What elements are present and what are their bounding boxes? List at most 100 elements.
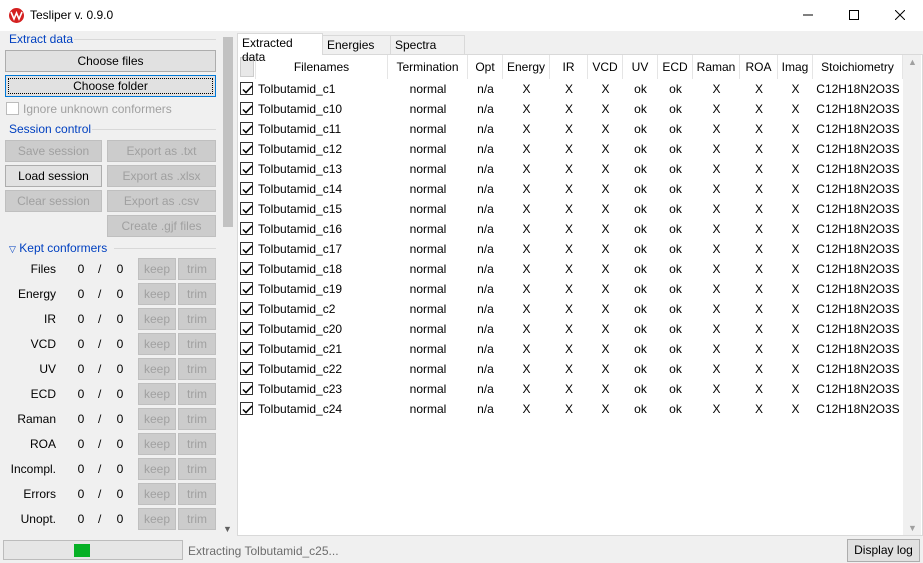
table-row[interactable]: Tolbutamid_c13 normal n/a X X Xok ok X X X C12H18N… (238, 159, 922, 179)
column-header-uv[interactable]: UV (623, 55, 658, 79)
cell-filenames: Tolbutamid_c16 (258, 222, 343, 236)
keep-button[interactable]: keep (138, 358, 176, 380)
keep-button[interactable]: keep (138, 333, 176, 355)
export-txt-button[interactable]: Export as .txt (107, 140, 216, 162)
keep-button[interactable]: keep (138, 258, 176, 280)
trim-button[interactable]: trim (178, 283, 216, 305)
tab-spectra-view[interactable]: Spectra view (390, 35, 465, 66)
row-checkbox[interactable] (240, 282, 253, 295)
keep-button[interactable]: keep (138, 383, 176, 405)
table-row[interactable]: Tolbutamid_c14 normal n/a X X Xok ok X X X C12H18N… (238, 179, 922, 199)
close-button[interactable] (877, 0, 923, 31)
keep-button[interactable]: keep (138, 508, 176, 530)
kept-conformers-header[interactable]: ▽ Kept conformers (9, 241, 107, 255)
table-row[interactable]: Tolbutamid_c19 normal n/a X X Xok ok X X X C12H18N… (238, 279, 922, 299)
kept-row-label: ECD (30, 387, 56, 401)
trim-button[interactable]: trim (178, 458, 216, 480)
left-pane-scrollbar[interactable]: ▼ (221, 31, 235, 536)
table-row[interactable]: Tolbutamid_c24 normal n/a X X Xok ok X X X C12H18N… (238, 399, 922, 419)
trim-button[interactable]: trim (178, 333, 216, 355)
table-row[interactable]: Tolbutamid_c12 normal n/a X X Xok ok X X X C12H18N… (238, 139, 922, 159)
row-checkbox[interactable] (240, 302, 253, 315)
row-checkbox[interactable] (240, 142, 253, 155)
keep-button[interactable]: keep (138, 433, 176, 455)
table-row[interactable]: Tolbutamid_c17 normal n/a X X Xok ok X X X C12H18N… (238, 239, 922, 259)
scroll-up-arrow-icon[interactable]: ▲ (908, 57, 917, 67)
keep-button[interactable]: keep (138, 458, 176, 480)
clear-session-button[interactable]: Clear session (5, 190, 102, 212)
column-header-vcd[interactable]: VCD (588, 55, 623, 79)
row-checkbox[interactable] (240, 122, 253, 135)
display-log-button[interactable]: Display log (847, 539, 920, 562)
trim-button[interactable]: trim (178, 383, 216, 405)
tab-energies-list[interactable]: Energies list (322, 35, 391, 66)
table-row[interactable]: Tolbutamid_c2 normal n/a X X Xok ok X X X C12H18N2… (238, 299, 922, 319)
row-checkbox[interactable] (240, 382, 253, 395)
row-checkbox[interactable] (240, 242, 253, 255)
table-row[interactable]: Tolbutamid_c20 normal n/a X X Xok ok X X X C12H18N… (238, 319, 922, 339)
cell-ir: X (564, 282, 573, 296)
scrollbar-thumb[interactable] (223, 37, 233, 227)
scroll-down-arrow-icon[interactable]: ▼ (223, 524, 232, 534)
trim-button[interactable]: trim (178, 258, 216, 280)
row-checkbox[interactable] (240, 182, 253, 195)
row-checkbox[interactable] (240, 82, 253, 95)
row-checkbox[interactable] (240, 402, 253, 415)
row-checkbox[interactable] (240, 342, 253, 355)
table-row[interactable]: Tolbutamid_c21 normal n/a X X Xok ok X X X C12H18N… (238, 339, 922, 359)
table-scrollbar[interactable]: ▲ ▼ (903, 55, 921, 535)
row-checkbox[interactable] (240, 222, 253, 235)
table-row[interactable]: Tolbutamid_c10 normal n/a X X Xok ok X X X C12H18N… (238, 99, 922, 119)
column-header-imag[interactable]: Imag (778, 55, 813, 79)
table-row[interactable]: Tolbutamid_c22 normal n/a X X Xok ok X X X C12H18N… (238, 359, 922, 379)
trim-button[interactable]: trim (178, 433, 216, 455)
cell-vcd: X (601, 302, 610, 316)
cell-roa: X (754, 142, 763, 156)
count-separator: / (98, 387, 102, 401)
export-csv-button[interactable]: Export as .csv (107, 190, 216, 212)
table-row[interactable]: Tolbutamid_c18 normal n/a X X Xok ok X X X C12H18N… (238, 259, 922, 279)
table-row[interactable]: Tolbutamid_c11 normal n/a X X Xok ok X X X C12H18N… (238, 119, 922, 139)
row-checkbox[interactable] (240, 102, 253, 115)
column-header-roa[interactable]: ROA (740, 55, 778, 79)
trim-button[interactable]: trim (178, 408, 216, 430)
keep-button[interactable]: keep (138, 483, 176, 505)
column-header-filenames[interactable]: Filenames (256, 55, 388, 79)
table-row[interactable]: Tolbutamid_c1 normal n/a X X Xok ok X X X C12H18N2… (238, 79, 922, 99)
table-row[interactable]: Tolbutamid_c16 normal n/a X X Xok ok X X X C12H18N… (238, 219, 922, 239)
table-row[interactable]: Tolbutamid_c23 normal n/a X X Xok ok X X X C12H18N… (238, 379, 922, 399)
keep-button[interactable]: keep (138, 408, 176, 430)
column-header-ecd[interactable]: ECD (658, 55, 693, 79)
create-gjf-button[interactable]: Create .gjf files (107, 215, 216, 237)
column-header-raman[interactable]: Raman (693, 55, 740, 79)
trim-button[interactable]: trim (178, 483, 216, 505)
trim-button[interactable]: trim (178, 308, 216, 330)
trim-button[interactable]: trim (178, 358, 216, 380)
choose-folder-button[interactable]: Choose folder (5, 75, 216, 97)
row-checkbox[interactable] (240, 362, 253, 375)
tab-extracted-data[interactable]: Extracted data (237, 33, 323, 64)
column-header-opt[interactable]: Opt (468, 55, 503, 79)
maximize-button[interactable] (831, 0, 877, 31)
column-header-termination[interactable]: Termination (388, 55, 468, 79)
row-checkbox[interactable] (240, 262, 253, 275)
column-header-energy[interactable]: Energy (503, 55, 550, 79)
ignore-unknown-checkbox[interactable] (6, 102, 19, 115)
column-header-stoichiometry[interactable]: Stoichiometry (813, 55, 903, 79)
row-checkbox[interactable] (240, 162, 253, 175)
minimize-button[interactable] (785, 0, 831, 31)
keep-button[interactable]: keep (138, 283, 176, 305)
column-header-ir[interactable]: IR (550, 55, 588, 79)
export-xlsx-button[interactable]: Export as .xlsx (107, 165, 216, 187)
row-checkbox[interactable] (240, 322, 253, 335)
table-row[interactable]: Tolbutamid_c15 normal n/a X X Xok ok X X X C12H18N… (238, 199, 922, 219)
row-checkbox[interactable] (240, 202, 253, 215)
cell-ecd: ok (669, 162, 682, 176)
keep-button[interactable]: keep (138, 308, 176, 330)
scroll-down-arrow-icon[interactable]: ▼ (908, 523, 917, 533)
load-session-button[interactable]: Load session (5, 165, 102, 187)
save-session-button[interactable]: Save session (5, 140, 102, 162)
trim-button[interactable]: trim (178, 508, 216, 530)
checkmark-icon (242, 205, 253, 214)
choose-files-button[interactable]: Choose files (5, 50, 216, 72)
